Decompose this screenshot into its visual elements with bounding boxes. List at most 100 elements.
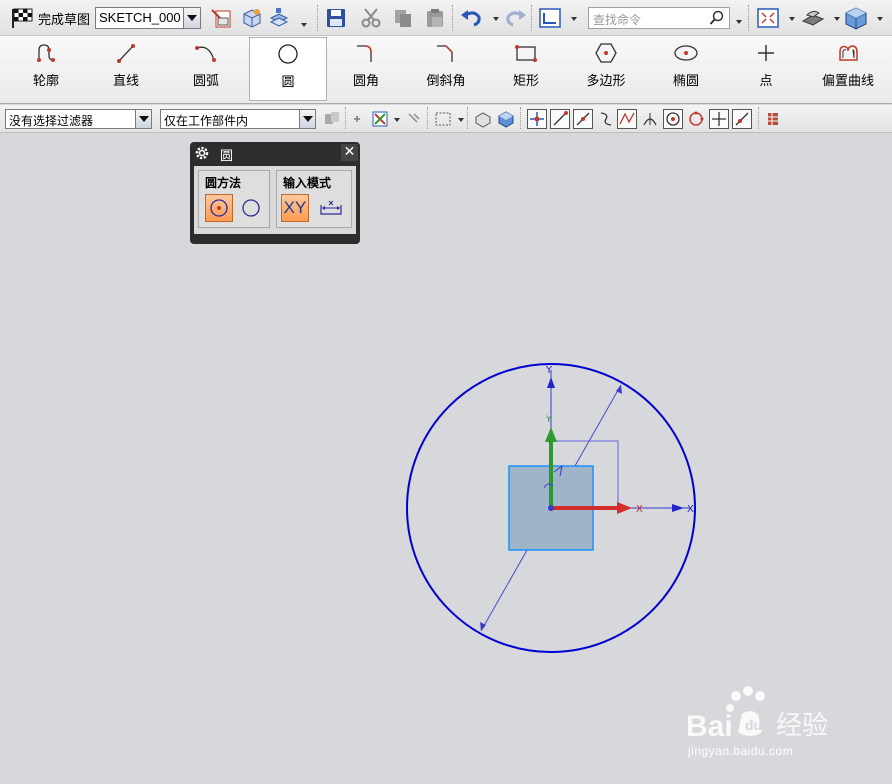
selection-filter-bar: 没有选择过滤器 仅在工作部件内	[0, 105, 892, 133]
toolbar-separator	[345, 107, 347, 129]
xy-mode-label: XY	[283, 198, 307, 217]
ribbon-line-button[interactable]: 直线	[92, 37, 160, 101]
watermark-url: jingyan.baidu.com	[688, 744, 794, 758]
center-radius-button[interactable]	[205, 194, 233, 222]
ribbon-offset-curve-button[interactable]: 偏置曲线	[812, 37, 884, 101]
type-filter-select[interactable]: 没有选择过滤器	[5, 109, 152, 129]
rectangle-select-icon[interactable]	[434, 110, 452, 128]
chevron-down-icon[interactable]	[458, 118, 464, 122]
filter-reset-icon[interactable]	[323, 110, 341, 128]
part-navigator-button[interactable]	[240, 5, 264, 31]
fit-view-button[interactable]	[756, 5, 795, 31]
ribbon-polygon-button[interactable]: 多边形	[572, 37, 640, 101]
arc-icon	[195, 46, 216, 62]
snap-curve-icon[interactable]	[597, 110, 615, 128]
ribbon-rectangle-button[interactable]: 矩形	[492, 37, 560, 101]
ribbon-ellipse-label: 椭圆	[672, 74, 699, 89]
chevron-down-icon[interactable]	[736, 20, 742, 24]
scope-filter-value: 仅在工作部件内	[164, 114, 249, 128]
gear-icon[interactable]	[194, 145, 210, 161]
search-icon[interactable]	[709, 10, 725, 26]
snap-intersection-icon[interactable]	[641, 110, 659, 128]
finish-sketch-button[interactable]: 完成草图	[10, 5, 90, 31]
ribbon-arc-button[interactable]: 圆弧	[172, 37, 240, 101]
parameter-mode-icon	[320, 200, 342, 215]
select-feature-icon[interactable]	[405, 110, 423, 128]
scope-filter-select[interactable]: 仅在工作部件内	[160, 109, 316, 129]
paste-button[interactable]	[424, 5, 446, 31]
redo-icon	[506, 10, 526, 27]
input-mode-label: 输入模式	[283, 176, 332, 190]
command-search-input[interactable]: 查找命令	[588, 7, 730, 29]
snap-center-toggle[interactable]	[663, 109, 683, 129]
ribbon-ellipse-button[interactable]: 椭圆	[652, 37, 720, 101]
dialog-title-bar[interactable]: 圆 ✕	[190, 142, 360, 164]
redo-button[interactable]	[503, 5, 527, 31]
chevron-down-icon[interactable]	[789, 17, 795, 21]
save-button[interactable]	[325, 5, 347, 31]
three-point-button[interactable]	[237, 194, 265, 222]
ribbon-circle-button[interactable]: 圆	[249, 37, 327, 101]
sketch-origin[interactable]	[548, 505, 554, 511]
toolbar-separator	[531, 5, 533, 31]
snap-quadrant-icon[interactable]	[687, 110, 705, 128]
chevron-down-icon[interactable]	[493, 17, 499, 21]
snap-grid-icon[interactable]	[352, 110, 370, 128]
layer-settings-button[interactable]	[268, 5, 307, 31]
x-axis-label: X	[687, 504, 694, 515]
chevron-down-icon[interactable]	[394, 118, 400, 122]
ribbon-chamfer-button[interactable]: 倒斜角	[412, 37, 480, 101]
svg-text:经验: 经验	[776, 711, 828, 741]
chevron-down-icon[interactable]	[301, 23, 307, 27]
snap-midpoint-toggle[interactable]	[573, 109, 593, 129]
circle-icon	[278, 44, 298, 64]
circle-dialog: 圆 ✕ 圆方法 输入模式 XY	[190, 142, 360, 244]
snap-all-icon	[530, 112, 544, 126]
copy-button[interactable]	[392, 5, 414, 31]
solid-body-icon[interactable]	[497, 110, 515, 128]
three-point-circle-icon	[242, 199, 260, 217]
snap-settings-icon[interactable]	[764, 110, 782, 128]
snap-line-toggle[interactable]	[550, 109, 570, 129]
view-cube-button[interactable]	[843, 5, 883, 31]
close-icon[interactable]: ✕	[341, 144, 358, 161]
polygon-icon	[595, 43, 617, 63]
ribbon-point-label: 点	[759, 74, 773, 89]
parameter-mode-button[interactable]	[317, 194, 345, 222]
ribbon-fillet-button[interactable]: 圆角	[332, 37, 400, 101]
chevron-down-icon[interactable]	[571, 17, 577, 21]
render-style-button[interactable]	[801, 5, 840, 31]
snap-point-on-curve-toggle[interactable]	[732, 109, 752, 129]
coordinate-mode-button[interactable]: XY	[281, 194, 309, 222]
sketch-task-icon	[211, 9, 231, 28]
snap-endpoint-toggle[interactable]	[527, 109, 547, 129]
ribbon-rectangle-label: 矩形	[512, 74, 539, 89]
undo-button[interactable]	[460, 5, 499, 31]
rectangle-icon	[515, 45, 537, 62]
x-csys-label: X	[636, 504, 643, 515]
chevron-down-icon[interactable]	[877, 17, 883, 21]
sketch-name-select[interactable]: SKETCH_000	[95, 7, 201, 29]
input-mode-group: 输入模式 XY	[276, 170, 352, 228]
scissors-icon	[361, 8, 381, 28]
line-endpoint-icon	[553, 111, 568, 126]
ribbon-point-button[interactable]: 点	[732, 37, 800, 101]
wireframe-body-icon[interactable]	[474, 110, 492, 128]
chevron-down-icon[interactable]	[299, 110, 315, 128]
toolbar-separator	[452, 5, 454, 31]
cut-button[interactable]	[360, 5, 382, 31]
copy-icon	[395, 10, 411, 27]
chevron-down-icon[interactable]	[135, 110, 151, 128]
select-objects-icon[interactable]	[371, 110, 389, 128]
ribbon-profile-button[interactable]: 轮廓	[12, 37, 80, 101]
sketch-tool-button[interactable]	[208, 5, 234, 31]
profile-icon	[37, 44, 55, 62]
chevron-down-icon[interactable]	[183, 8, 200, 28]
snap-control-point-toggle[interactable]	[617, 109, 637, 129]
chevron-down-icon[interactable]	[834, 17, 840, 21]
command-search-placeholder: 查找命令	[593, 13, 642, 27]
sketch-orient-button[interactable]	[538, 5, 577, 31]
point-icon	[758, 45, 774, 61]
ribbon-arc-label: 圆弧	[192, 74, 219, 89]
snap-existing-point-toggle[interactable]	[709, 109, 729, 129]
